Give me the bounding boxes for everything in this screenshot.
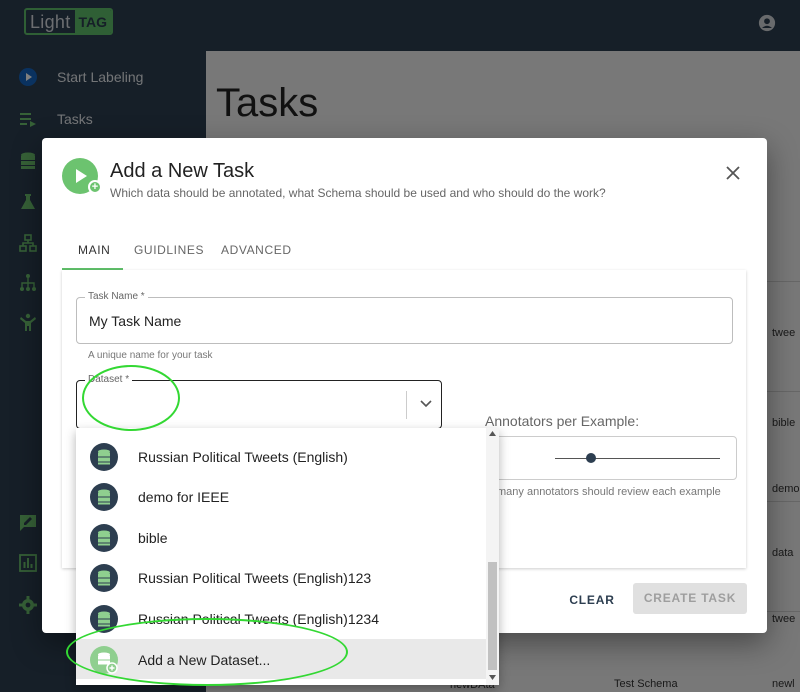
chevron-down-icon[interactable] [419, 398, 433, 410]
annotation-highlight-circle [82, 365, 180, 431]
task-name-helper: A unique name for your task [88, 350, 213, 361]
database-icon [90, 564, 118, 592]
dataset-option-label: demo for IEEE [138, 489, 230, 505]
dataset-option-label: bible [138, 530, 168, 546]
play-circle-icon: + [62, 158, 102, 194]
task-name-value: My Task Name [89, 313, 182, 329]
scrollbar-thumb[interactable] [488, 562, 497, 670]
annotators-label: Annotators per Example: [485, 413, 640, 429]
dataset-option-label: Russian Political Tweets (English) [138, 449, 348, 465]
dataset-option-label: Russian Political Tweets (English)123 [138, 570, 372, 586]
dropdown-scrollbar[interactable] [486, 428, 499, 685]
task-name-label: Task Name * [85, 291, 148, 302]
database-icon [90, 483, 118, 511]
annotators-slider-field[interactable]: 3 [477, 436, 737, 480]
clear-button[interactable]: CLEAR [557, 585, 627, 615]
dialog-subtitle: Which data should be annotated, what Sch… [110, 186, 606, 200]
select-divider [406, 391, 407, 419]
close-icon[interactable] [722, 162, 744, 184]
dataset-option[interactable]: bible [76, 517, 486, 557]
create-task-button[interactable]: CREATE TASK [633, 583, 747, 614]
plus-badge-icon: + [88, 180, 102, 194]
dataset-option[interactable]: Russian Political Tweets (English)123 [76, 557, 486, 597]
slider-thumb[interactable] [586, 453, 597, 463]
scroll-down-icon[interactable] [489, 675, 496, 680]
database-icon [90, 443, 118, 471]
database-icon [90, 524, 118, 552]
task-name-field[interactable]: Task Name * My Task Name [76, 291, 733, 344]
annotators-helper: w many annotators should review each exa… [486, 486, 721, 498]
dataset-option[interactable]: demo for IEEE [76, 476, 486, 516]
scroll-up-icon[interactable] [489, 431, 496, 436]
dataset-option[interactable]: Russian Political Tweets (English) [76, 436, 486, 476]
slider-track[interactable] [555, 458, 720, 459]
dialog-title: Add a New Task [110, 160, 255, 182]
annotation-highlight-circle [66, 618, 348, 686]
